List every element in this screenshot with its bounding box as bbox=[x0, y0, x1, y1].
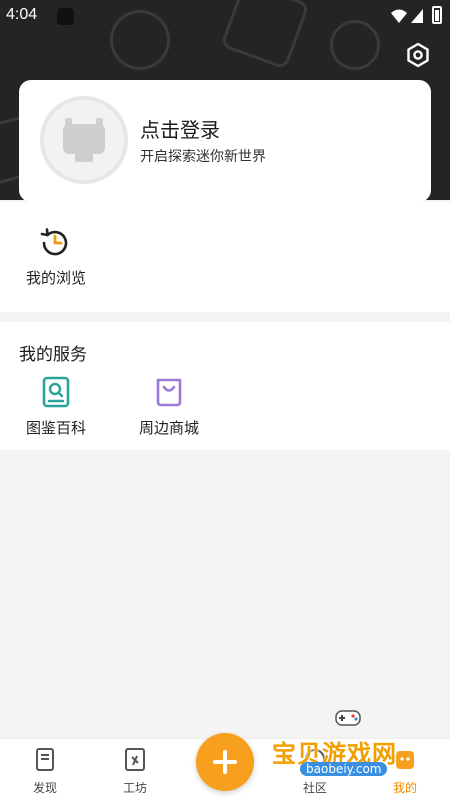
tab-discover-label: 发现 bbox=[32, 781, 57, 795]
services-title: 我的服务 bbox=[19, 345, 87, 365]
settings-icon[interactable] bbox=[405, 42, 431, 68]
community-icon bbox=[305, 749, 325, 769]
my-browsing-label: 我的浏览 bbox=[25, 269, 86, 287]
encyclopedia-label: 图鉴百科 bbox=[25, 419, 86, 437]
tab-workshop[interactable]: 工坊 bbox=[100, 745, 170, 797]
tab-discover[interactable]: 发现 bbox=[10, 745, 80, 797]
workshop-icon bbox=[125, 748, 145, 771]
browse-section: 我的浏览 bbox=[0, 202, 450, 312]
signal-icon bbox=[411, 9, 423, 23]
history-icon bbox=[40, 228, 68, 256]
avatar-placeholder-icon bbox=[63, 118, 105, 162]
profile-icon bbox=[396, 751, 414, 769]
tab-community-label: 社区 bbox=[302, 781, 327, 795]
gamepad-icon bbox=[335, 710, 361, 726]
tab-profile-label: 我的 bbox=[392, 781, 417, 795]
wifi-icon bbox=[391, 9, 407, 23]
notification-icon bbox=[57, 8, 74, 25]
status-time: 4:04 bbox=[6, 6, 38, 23]
tab-workshop-label: 工坊 bbox=[122, 781, 147, 795]
shopping-bag-icon bbox=[156, 378, 182, 407]
discover-icon bbox=[36, 748, 54, 771]
status-bar: 4:04 bbox=[0, 0, 450, 32]
avatar[interactable] bbox=[40, 96, 128, 184]
tab-community[interactable]: 社区 bbox=[280, 745, 350, 797]
merch-store-label: 周边商城 bbox=[138, 419, 199, 437]
create-button[interactable] bbox=[196, 733, 254, 791]
my-browsing-button[interactable]: 我的浏览 bbox=[16, 222, 96, 292]
tab-profile[interactable]: 我的 bbox=[370, 745, 440, 797]
battery-icon bbox=[432, 6, 442, 24]
login-subtitle: 开启探索迷你新世界 bbox=[140, 149, 266, 165]
encyclopedia-button[interactable]: 图鉴百科 bbox=[11, 374, 101, 442]
book-search-icon bbox=[42, 376, 70, 408]
services-section: 我的服务 图鉴百科 周边商城 bbox=[0, 322, 450, 450]
merch-store-button[interactable]: 周边商城 bbox=[124, 374, 214, 442]
login-card[interactable]: 点击登录 开启探索迷你新世界 bbox=[19, 80, 431, 202]
login-title: 点击登录 bbox=[140, 118, 220, 142]
